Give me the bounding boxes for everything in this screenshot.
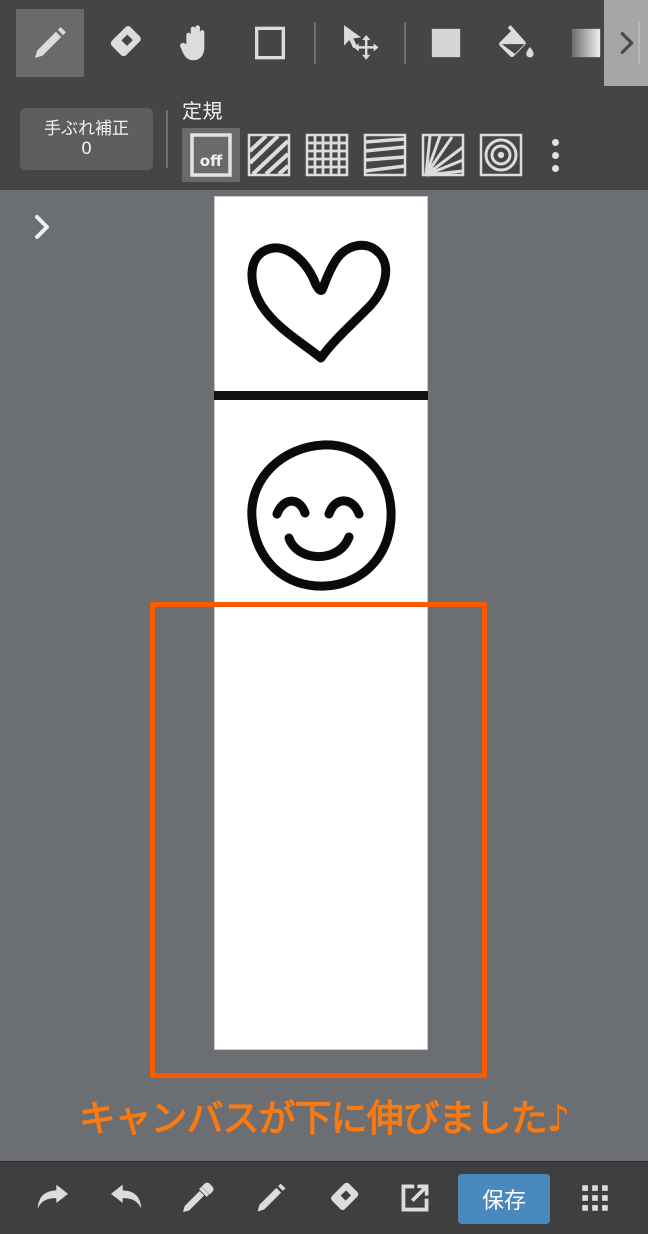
menu-dot-2 [551,151,559,159]
smiley-face-drawing [247,440,396,591]
ruler-grid-icon [304,133,350,177]
paint-bucket-icon [494,21,538,65]
redo-arrow-icon [106,1178,146,1218]
heart-drawing [247,240,391,363]
paint-bucket-tool[interactable] [482,9,550,77]
toolbar-separator-2 [404,22,406,64]
ruler-off[interactable]: off [182,128,240,182]
hand-tool[interactable] [163,9,231,77]
move-cursor-icon [337,20,383,66]
chevron-right-icon [25,211,57,243]
undo-arrow-icon [33,1178,73,1218]
stabilizer-button[interactable]: 手ぶれ補正 0 [20,108,153,170]
eyedropper-icon [178,1178,218,1218]
top-toolbar [0,0,648,86]
ruler-parallel[interactable] [240,128,298,182]
rectangle-outline-icon [250,23,290,63]
ruler-perspective[interactable] [356,128,414,182]
ruler-parallel-lines-icon [246,133,292,177]
app-grid-menu-button[interactable] [564,1170,626,1226]
scroll-panel-divider [638,22,640,64]
ruler-off-icon: off [187,132,235,178]
eraser-tool[interactable] [90,9,158,77]
filled-square-icon [426,23,466,63]
pencil-icon [252,1179,290,1217]
canvas-status-message: キャンバスが下に伸びました♪ [78,1097,571,1140]
pencil-icon [29,22,71,64]
pencil-tool[interactable] [16,9,84,77]
layer-panel-toggle[interactable] [22,208,60,246]
scroll-right-button[interactable] [604,0,648,86]
drawing-app-screen: 手ぶれ補正 0 定規 off キャンバスが下に伸びました♪ 保存 [0,0,648,1234]
ruler-perspective-icon [362,133,408,177]
menu-dot-3 [551,164,559,172]
options-separator [166,110,168,168]
ruler-grid[interactable] [298,128,356,182]
move-transform-tool[interactable] [326,9,394,77]
select-rect-tool[interactable] [236,9,304,77]
export-external-link-icon [396,1179,434,1217]
ruler-radial[interactable] [414,128,472,182]
hand-icon [175,21,219,65]
stabilizer-label: 手ぶれ補正 [44,119,129,139]
undo-button[interactable] [22,1170,84,1226]
ruler-concentric-circles-icon [478,133,524,177]
export-button[interactable] [384,1170,446,1226]
menu-dot-1 [551,138,559,146]
fill-color-tool[interactable] [412,9,480,77]
divider-line [214,391,428,400]
grid-dots-icon [578,1181,612,1215]
stabilizer-value: 0 [81,139,92,159]
eraser-icon [102,21,146,65]
canvas-extend-selection[interactable] [150,602,487,1078]
ruler-more-options-button[interactable] [531,128,579,182]
toolbar-separator-1 [314,22,316,64]
save-button[interactable]: 保存 [458,1174,550,1224]
ruler-concentric[interactable] [472,128,530,182]
save-button-label: 保存 [481,1189,526,1214]
eyedropper-button[interactable] [167,1170,229,1226]
pencil-button[interactable] [240,1170,302,1226]
bottom-toolbar [0,1161,648,1234]
eraser-button[interactable] [312,1170,374,1226]
svg-text:off: off [200,152,223,170]
ruler-radial-icon [420,133,466,177]
ruler-section-label: 定規 [182,99,223,123]
eraser-icon [323,1178,363,1218]
redo-button[interactable] [95,1170,157,1226]
chevron-right-icon [611,28,641,58]
gradient-swatch-icon [566,23,606,63]
canvas-area[interactable]: キャンバスが下に伸びました♪ [0,190,648,1162]
